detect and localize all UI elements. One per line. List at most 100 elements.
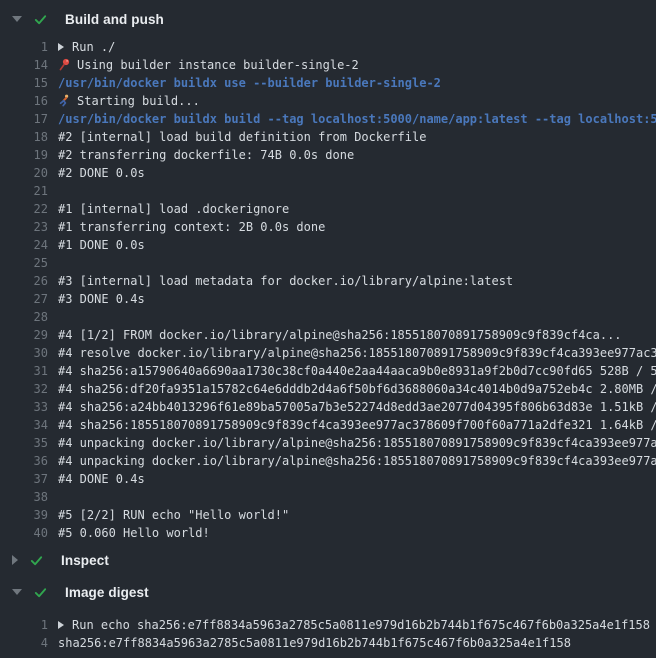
log-text: #2 DONE 0.0s <box>58 164 145 182</box>
log-line: 20 #2 DONE 0.0s <box>0 164 656 182</box>
log-text: #2 transferring dockerfile: 74B 0.0s don… <box>58 146 354 164</box>
log-group-header-inspect[interactable]: Inspect <box>0 549 656 571</box>
log-line: 39 #5 [2/2] RUN echo "Hello world!" <box>0 506 656 524</box>
log-line: 17/usr/bin/docker buildx build --tag loc… <box>0 110 656 128</box>
log-text: #4 sha256:df20fa9351a15782c64e6dddb2d4a6… <box>58 380 656 398</box>
line-number[interactable]: 27 <box>0 290 48 308</box>
log-line: 34 #4 sha256:185518070891758909c9f839cf4c… <box>0 416 656 434</box>
line-number[interactable]: 40 <box>0 524 48 542</box>
log-text: Starting build... <box>58 92 200 110</box>
log-text: #4 DONE 0.4s <box>58 470 145 488</box>
line-number[interactable]: 15 <box>0 74 48 92</box>
line-number[interactable]: 37 <box>0 470 48 488</box>
expand-line-group-icon[interactable] <box>58 621 64 629</box>
log-line: 38 <box>0 488 656 506</box>
log-command-text: /usr/bin/docker buildx build --tag local… <box>58 110 656 128</box>
line-number[interactable]: 14 <box>0 56 48 74</box>
log-line: 35 #4 unpacking docker.io/library/alpine@… <box>0 434 656 452</box>
log-text: Run ./ <box>58 38 115 56</box>
line-number[interactable]: 22 <box>0 200 48 218</box>
log-line: 1 Run echo sha256:e7ff8834a5963a2785c5a08… <box>0 616 656 634</box>
line-number[interactable]: 38 <box>0 488 48 506</box>
log-line: 23 #1 transferring context: 2B 0.0s done <box>0 218 656 236</box>
expand-toggle-icon[interactable] <box>12 555 18 565</box>
log-command-text: /usr/bin/docker buildx use --builder bui… <box>58 74 441 92</box>
line-number[interactable]: 24 <box>0 236 48 254</box>
log-line: 28 <box>0 308 656 326</box>
line-number[interactable]: 17 <box>0 110 48 128</box>
log-group-title: Build and push <box>65 12 164 27</box>
log-line: 32 #4 sha256:df20fa9351a15782c64e6dddb2d4… <box>0 380 656 398</box>
log-group-title: Image digest <box>65 585 149 600</box>
log-text: #1 transferring context: 2B 0.0s done <box>58 218 325 236</box>
line-number[interactable]: 21 <box>0 182 48 200</box>
line-number[interactable]: 4 <box>0 634 48 652</box>
log-line: 29#4 [1/2] FROM docker.io/library/alpine… <box>0 326 656 344</box>
line-number[interactable]: 33 <box>0 398 48 416</box>
expand-line-group-icon[interactable] <box>58 43 64 51</box>
log-line: 27 #3 DONE 0.4s <box>0 290 656 308</box>
line-number[interactable]: 26 <box>0 272 48 290</box>
log-text: #4 resolve docker.io/library/alpine@sha2… <box>58 344 656 362</box>
line-number[interactable]: 1 <box>0 616 48 634</box>
workflow-log-viewer: Build and push 1 Run ./14Using builder in… <box>0 0 656 658</box>
log-line: 18 #2 [internal] load build definition fr… <box>0 128 656 146</box>
line-number[interactable]: 34 <box>0 416 48 434</box>
log-line: 21 <box>0 182 656 200</box>
log-text: #5 [2/2] RUN echo "Hello world!" <box>58 506 289 524</box>
line-number[interactable]: 28 <box>0 308 48 326</box>
line-number[interactable]: 16 <box>0 92 48 110</box>
collapse-toggle-icon[interactable] <box>12 16 22 22</box>
log-text: #4 sha256:185518070891758909c9f839cf4ca3… <box>58 416 656 434</box>
log-group-title: Inspect <box>61 553 109 568</box>
line-number[interactable]: 36 <box>0 452 48 470</box>
log-line: 19 #2 transferring dockerfile: 74B 0.0s d… <box>0 146 656 164</box>
log-group-header-image-digest[interactable]: Image digest <box>0 581 656 603</box>
line-number[interactable]: 32 <box>0 380 48 398</box>
line-number[interactable]: 29 <box>0 326 48 344</box>
log-line: 15/usr/bin/docker buildx use --builder b… <box>0 74 656 92</box>
line-number[interactable]: 31 <box>0 362 48 380</box>
log-text: Run echo sha256:e7ff8834a5963a2785c5a081… <box>58 616 650 634</box>
log-text: sha256:e7ff8834a5963a2785c5a0811e979d16b… <box>58 634 571 652</box>
log-text: #5 0.060 Hello world! <box>58 524 210 542</box>
line-number[interactable]: 19 <box>0 146 48 164</box>
log-text: #1 DONE 0.0s <box>58 236 145 254</box>
log-line: 33#4 sha256:a24bb4013296f61e89ba57005a7b… <box>0 398 656 416</box>
log-text: #3 DONE 0.4s <box>58 290 145 308</box>
line-number[interactable]: 20 <box>0 164 48 182</box>
check-icon <box>29 553 44 568</box>
log-line: 37 #4 DONE 0.4s <box>0 470 656 488</box>
check-icon <box>33 12 48 27</box>
log-line: 22 #1 [internal] load .dockerignore <box>0 200 656 218</box>
log-line: 36 #4 unpacking docker.io/library/alpine@… <box>0 452 656 470</box>
line-number[interactable]: 23 <box>0 218 48 236</box>
log-text: #4 unpacking docker.io/library/alpine@sh… <box>58 452 656 470</box>
line-number[interactable]: 18 <box>0 128 48 146</box>
line-number[interactable]: 25 <box>0 254 48 272</box>
log-line: 31 #4 sha256:a15790640a6690aa1730c38cf0a4… <box>0 362 656 380</box>
log-line: 24 #1 DONE 0.0s <box>0 236 656 254</box>
log-line: 25 <box>0 254 656 272</box>
log-text: #4 unpacking docker.io/library/alpine@sh… <box>58 434 656 452</box>
log-group-header-build-and-push[interactable]: Build and push <box>0 8 656 30</box>
log-text: #1 [internal] load .dockerignore <box>58 200 289 218</box>
log-line: 14Using builder instance builder-single-… <box>0 56 656 74</box>
check-icon <box>33 585 48 600</box>
pushpin-icon <box>58 58 71 71</box>
log-line: 30 #4 resolve docker.io/library/alpine@sh… <box>0 344 656 362</box>
log-lines: 1 Run echo sha256:e7ff8834a5963a2785c5a08… <box>0 616 656 652</box>
log-text: #2 [internal] load build definition from… <box>58 128 426 146</box>
log-line: 26 #3 [internal] load metadata for docker… <box>0 272 656 290</box>
log-text: #4 sha256:a15790640a6690aa1730c38cf0a440… <box>58 362 656 380</box>
line-number[interactable]: 30 <box>0 344 48 362</box>
log-lines: 1 Run ./14Using builder instance builder-… <box>0 38 656 542</box>
runner-icon <box>58 94 71 107</box>
line-number[interactable]: 1 <box>0 38 48 56</box>
log-section-image-digest: Image digest 1 Run echo sha256:e7ff8834a5… <box>0 581 656 652</box>
log-text: #3 [internal] load metadata for docker.i… <box>58 272 513 290</box>
collapse-toggle-icon[interactable] <box>12 589 22 595</box>
line-number[interactable]: 39 <box>0 506 48 524</box>
log-line: 40 #5 0.060 Hello world! <box>0 524 656 542</box>
line-number[interactable]: 35 <box>0 434 48 452</box>
